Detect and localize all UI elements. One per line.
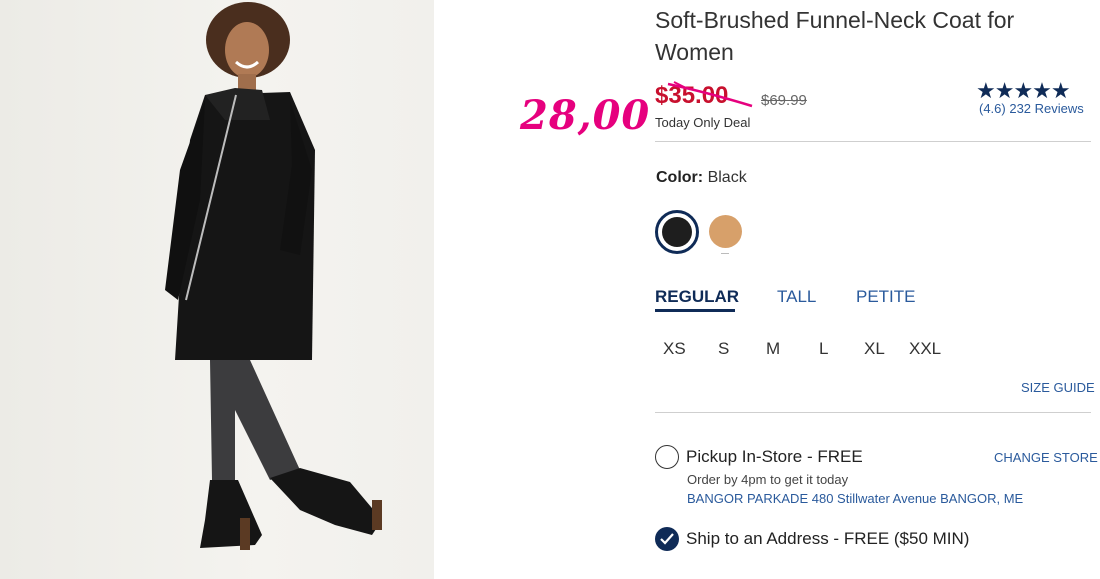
swatch-indicator <box>721 253 729 254</box>
divider <box>655 412 1091 413</box>
size-option[interactable]: XL <box>864 339 885 359</box>
deal-label: Today Only Deal <box>655 115 751 130</box>
tab-tall[interactable]: TALL <box>777 287 816 307</box>
selected-color-name: Black <box>707 169 747 186</box>
size-option[interactable]: XS <box>663 339 686 359</box>
ship-checked-icon[interactable] <box>655 527 679 551</box>
swatch-black[interactable] <box>655 210 699 254</box>
tab-petite[interactable]: PETITE <box>856 287 916 307</box>
pickup-radio[interactable] <box>655 445 679 469</box>
product-photo <box>0 0 434 579</box>
model-wearing-coat-illustration <box>165 2 382 550</box>
rating-stars-icon[interactable]: ★★★★★ <box>976 80 1071 102</box>
handwritten-price-annotation: 28,00 <box>520 92 651 139</box>
swatch-tan[interactable] <box>709 215 742 248</box>
swatch-black-fill <box>662 217 692 247</box>
reviews-link[interactable]: (4.6) 232 Reviews <box>979 101 1084 116</box>
change-store-link[interactable]: CHANGE STORE <box>994 450 1098 465</box>
color-label: Color: <box>656 169 704 186</box>
size-option[interactable]: S <box>718 339 729 359</box>
price-strikethrough-mark <box>667 81 753 108</box>
tab-regular[interactable]: REGULAR <box>655 287 739 307</box>
size-option[interactable]: M <box>766 339 780 359</box>
size-option[interactable]: XXL <box>909 339 941 359</box>
active-tab-underline <box>655 309 735 312</box>
original-price: $69.99 <box>761 92 807 109</box>
pickup-note: Order by 4pm to get it today <box>687 472 849 487</box>
size-guide-link[interactable]: SIZE GUIDE <box>1021 380 1095 395</box>
pickup-label: Pickup In-Store - FREE <box>686 447 863 466</box>
ship-label: Ship to an Address - FREE ($50 MIN) <box>686 529 970 548</box>
divider <box>655 141 1091 142</box>
product-title: Soft-Brushed Funnel-Neck Coat for Women <box>655 7 1015 65</box>
size-option[interactable]: L <box>819 339 828 359</box>
color-selector-label: Color: Black <box>656 169 747 187</box>
store-address-link[interactable]: BANGOR PARKADE 480 Stillwater Avenue BAN… <box>687 491 1023 506</box>
